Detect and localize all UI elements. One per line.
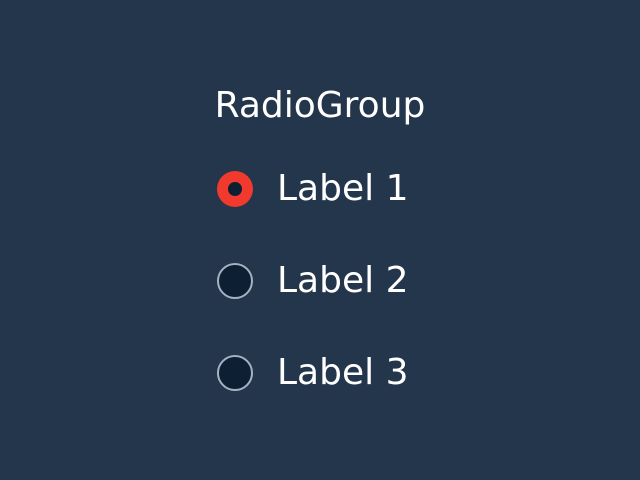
radio-button-unselected-icon[interactable] xyxy=(217,355,253,391)
radio-option-label[interactable]: Label 3 xyxy=(277,349,408,397)
radio-button-unselected-icon[interactable] xyxy=(217,263,253,299)
radio-button-selected-icon[interactable] xyxy=(217,171,253,207)
radio-group-title: RadioGroup xyxy=(214,85,426,126)
radio-selected-dot-icon xyxy=(228,182,242,196)
radio-option-label-3[interactable]: Label 3 xyxy=(216,349,436,397)
radio-option-label-1[interactable]: Label 1 xyxy=(216,165,436,213)
radio-option-label[interactable]: Label 1 xyxy=(277,165,408,213)
radio-option-label-2[interactable]: Label 2 xyxy=(216,257,436,305)
radio-option-label[interactable]: Label 2 xyxy=(277,257,408,305)
